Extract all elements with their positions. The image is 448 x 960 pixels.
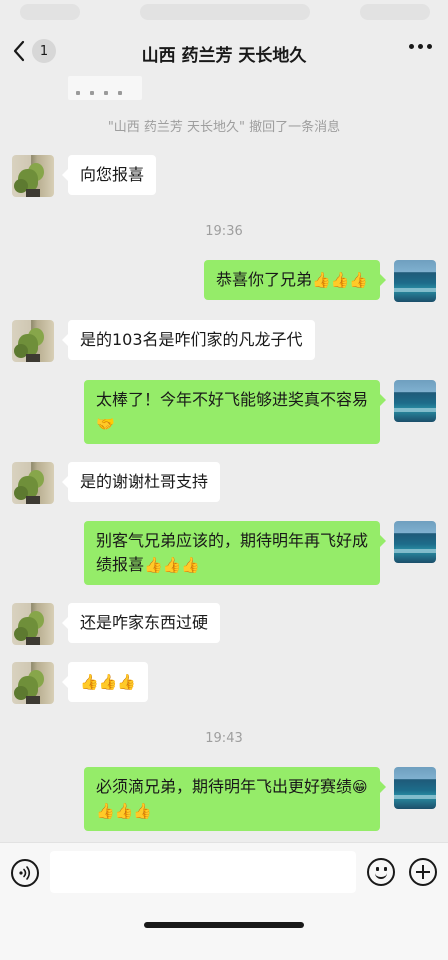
message-text: 别客气兄弟应该的，期待明年再飞好成绩报喜 <box>96 531 369 574</box>
input-toolbar <box>0 842 448 960</box>
voice-button[interactable] <box>11 859 39 887</box>
message-text: 是的103名是咋们家的凡龙子代 <box>80 330 303 349</box>
message-text: 是的谢谢杜哥支持 <box>80 472 209 491</box>
home-indicator[interactable] <box>144 922 304 928</box>
incoming-message[interactable]: 向您报喜 <box>61 155 157 195</box>
more-dots-icon <box>418 44 423 49</box>
message-text: 向您报喜 <box>80 165 145 184</box>
incoming-message[interactable]: 是的103名是咋们家的凡龙子代 <box>62 320 315 360</box>
emoji-icon <box>384 867 387 871</box>
contact-avatar[interactable] <box>12 320 54 362</box>
handshake-emoji: 🤝 <box>96 415 115 433</box>
message-text: 太棒了！今年不好飞能够进奖真不容易 <box>96 390 369 409</box>
outgoing-message[interactable]: 别客气兄弟应该的，期待明年再飞好成绩报喜👍👍👍 <box>84 521 386 585</box>
thumbs-up-emoji: 👍👍👍 <box>144 556 201 574</box>
incoming-message[interactable]: 是的谢谢杜哥支持 <box>61 462 221 502</box>
contact-avatar[interactable] <box>12 603 54 645</box>
message-text: 恭喜你了兄弟 <box>215 270 312 289</box>
contact-avatar[interactable] <box>12 662 54 704</box>
emoji-icon <box>376 867 379 871</box>
thumbs-up-emoji: 👍👍👍 <box>311 271 368 289</box>
message-text: 必须滴兄弟，期待明年飞出更好赛绩 <box>96 777 353 796</box>
emoji-button[interactable] <box>367 858 395 886</box>
my-avatar[interactable] <box>394 521 436 563</box>
more-dots-icon <box>427 44 432 49</box>
voice-icon <box>19 866 31 880</box>
more-dots-icon <box>409 44 414 49</box>
my-avatar[interactable] <box>394 380 436 422</box>
cropped-image-preview[interactable] <box>68 76 142 100</box>
timestamp: 19:43 <box>205 731 243 746</box>
plus-button[interactable] <box>409 858 437 886</box>
emoji-icon <box>375 873 387 879</box>
contact-avatar[interactable] <box>12 462 54 504</box>
recall-notice: "山西 药兰芳 天长地久" 撤回了一条消息 <box>107 120 341 135</box>
my-avatar[interactable] <box>394 260 436 302</box>
timestamp: 19:36 <box>205 224 243 239</box>
status-bar-blur <box>20 4 80 20</box>
message-text: 还是咋家东西过硬 <box>80 613 209 632</box>
message-input[interactable] <box>50 851 356 893</box>
more-button[interactable] <box>409 44 432 49</box>
chat-title: 山西 药兰芳 天长地久 <box>141 46 307 66</box>
my-avatar[interactable] <box>394 767 436 809</box>
outgoing-message[interactable]: 恭喜你了兄弟👍👍👍 <box>203 260 387 300</box>
status-bar-blur <box>140 4 310 20</box>
thumbs-up-emoji: 👍👍👍 <box>80 673 137 691</box>
status-bar <box>0 0 448 26</box>
outgoing-message[interactable]: 太棒了！今年不好飞能够进奖真不容易 🤝 <box>84 380 386 444</box>
status-bar-blur <box>360 4 430 20</box>
contact-avatar[interactable] <box>12 155 54 197</box>
outgoing-message[interactable]: 必须滴兄弟，期待明年飞出更好赛绩😁👍👍👍 <box>84 767 386 831</box>
incoming-message[interactable]: 👍👍👍 <box>61 662 149 702</box>
chat-header: 1 山西 药兰芳 天长地久 <box>0 26 448 76</box>
incoming-message[interactable]: 还是咋家东西过硬 <box>61 603 221 643</box>
